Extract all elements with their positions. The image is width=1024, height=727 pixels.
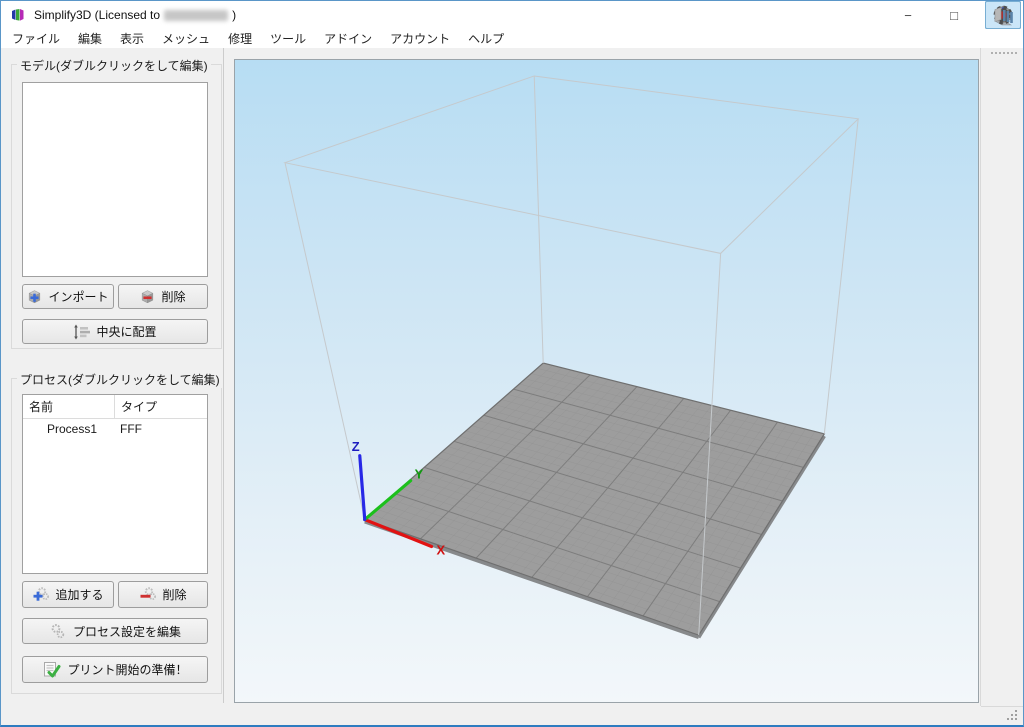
- window-title: Simplify3D (Licensed to): [34, 8, 236, 22]
- column-type: タイプ: [114, 395, 207, 418]
- menu-account[interactable]: アカウント: [381, 28, 459, 49]
- menu-file[interactable]: ファイル: [3, 28, 69, 49]
- menu-view[interactable]: 表示: [111, 28, 153, 49]
- menu-bar: ファイル 編集 表示 メッシュ 修理 ツール アドイン アカウント ヘルプ: [1, 29, 1023, 48]
- redacted-license-name: [164, 10, 228, 21]
- prepare-to-print-label: プリント開始の準備！: [67, 661, 187, 678]
- gears-icon: [49, 623, 67, 640]
- add-process-button[interactable]: 追加する: [22, 581, 114, 608]
- viewport-3d-scene[interactable]: X Y Z: [235, 60, 978, 702]
- cube-plus-icon: [27, 290, 42, 304]
- delete-process-button[interactable]: 削除: [118, 581, 208, 608]
- title-bar: Simplify3D (Licensed to) − □ ×: [1, 1, 1023, 29]
- svg-text:Z: Z: [352, 439, 360, 454]
- menu-help[interactable]: ヘルプ: [459, 28, 513, 49]
- center-align-icon: [73, 324, 90, 340]
- delete-model-button[interactable]: 削除: [118, 284, 208, 309]
- import-model-label: インポート: [48, 288, 108, 305]
- toolbar-separator: [980, 48, 981, 706]
- viewport-3d[interactable]: X Y Z: [234, 59, 979, 703]
- process-table-header: 名前 タイプ: [23, 395, 207, 419]
- process-name: Process1: [23, 419, 114, 439]
- center-models-label: 中央に配置: [96, 323, 156, 340]
- menu-mesh[interactable]: メッシュ: [153, 28, 219, 49]
- process-type: FFF: [114, 419, 207, 439]
- gear-minus-icon: [139, 586, 156, 603]
- edit-process-settings-button[interactable]: プロセス設定を編集: [22, 618, 208, 644]
- column-name: 名前: [23, 395, 114, 418]
- window-resize-grip[interactable]: [1004, 707, 1019, 722]
- import-model-button[interactable]: インポート: [22, 284, 114, 309]
- menu-tools[interactable]: ツール: [261, 28, 315, 49]
- models-group-title: モデル(ダブルクリックをして編集): [17, 57, 211, 74]
- menu-edit[interactable]: 編集: [69, 28, 111, 49]
- app-window: Simplify3D (Licensed to) − □ × ファイル 編集 表…: [0, 0, 1024, 727]
- simplify3d-logo-icon: [10, 7, 26, 23]
- center-models-button[interactable]: 中央に配置: [22, 319, 208, 344]
- svg-text:Y: Y: [415, 467, 424, 482]
- svg-text:X: X: [437, 542, 446, 557]
- checklist-check-icon: [42, 661, 61, 679]
- supports-icon: [991, 3, 1015, 27]
- prepare-to-print-button[interactable]: プリント開始の準備！: [22, 656, 208, 683]
- cube-minus-icon: [140, 290, 155, 304]
- add-process-label: 追加する: [55, 586, 103, 603]
- menu-repair[interactable]: 修理: [219, 28, 261, 49]
- edit-process-settings-label: プロセス設定を編集: [73, 623, 181, 640]
- panel-splitter[interactable]: [223, 48, 224, 703]
- gear-plus-icon: [32, 586, 49, 603]
- support-structures-button[interactable]: [985, 1, 1021, 29]
- process-group-title: プロセス(ダブルクリックをして編集): [17, 371, 223, 388]
- minimize-button[interactable]: −: [885, 1, 931, 29]
- delete-model-label: 削除: [161, 288, 185, 305]
- models-list[interactable]: [22, 82, 208, 277]
- delete-process-label: 削除: [162, 586, 186, 603]
- toolbar-drag-handle[interactable]: [991, 52, 1017, 55]
- table-row[interactable]: Process1 FFF: [23, 419, 207, 439]
- process-table[interactable]: 名前 タイプ Process1 FFF: [22, 394, 208, 574]
- maximize-button[interactable]: □: [931, 1, 977, 29]
- menu-addins[interactable]: アドイン: [315, 28, 381, 49]
